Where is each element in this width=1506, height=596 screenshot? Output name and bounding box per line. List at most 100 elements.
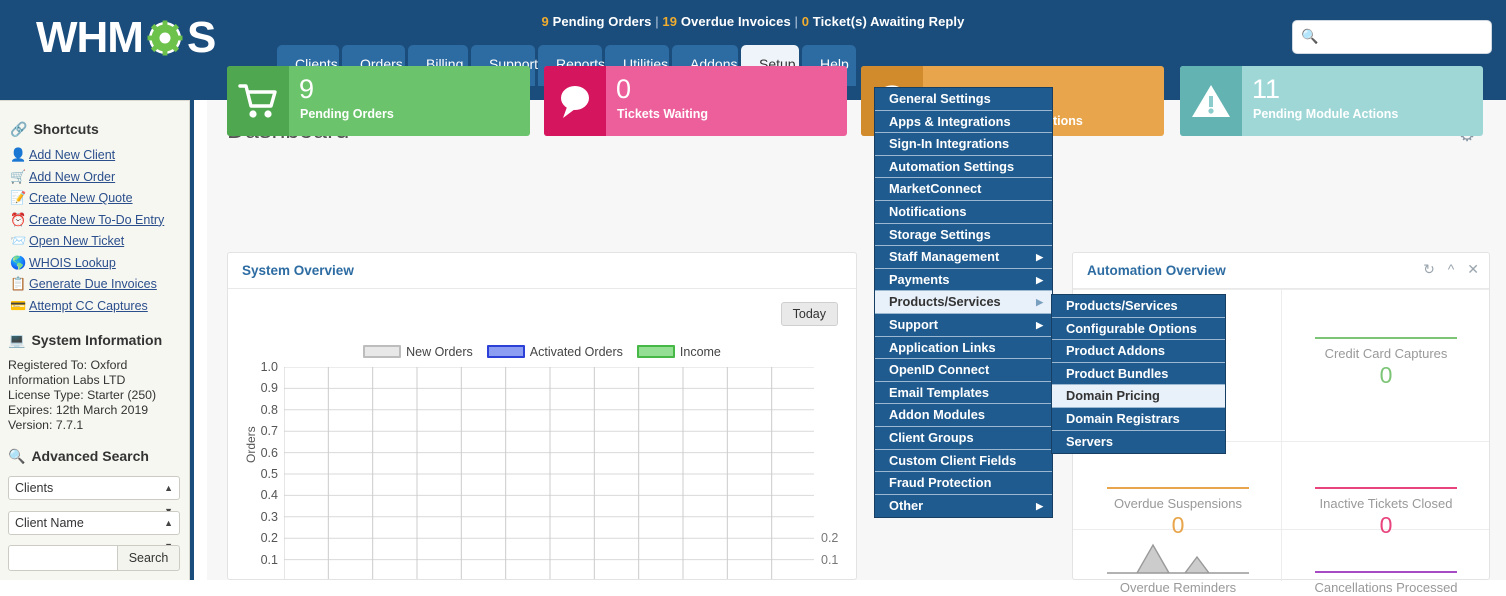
menu-item-label: Storage Settings xyxy=(889,226,991,242)
metric-label: Inactive Tickets Closed xyxy=(1319,496,1453,511)
menu-item-label: Support xyxy=(889,316,939,332)
close-icon[interactable]: ✕ xyxy=(1467,261,1479,277)
chart-y2-tick-label: 0.1 xyxy=(821,552,839,567)
metrics-divider-vertical xyxy=(1281,289,1282,581)
stat-card-value: 11 xyxy=(1252,74,1281,104)
shortcut-create-new-to-do-entry[interactable]: ⏰ Create New To-Do Entry xyxy=(10,212,164,228)
shortcut-whois-lookup[interactable]: 🌎 WHOIS Lookup xyxy=(10,255,116,271)
menu-item-configurable-options[interactable]: Configurable Options xyxy=(1052,318,1225,341)
chevron-right-icon: ▶ xyxy=(1036,297,1043,308)
menu-item-addon-modules[interactable]: Addon Modules xyxy=(875,404,1052,427)
legend-swatch xyxy=(636,345,675,358)
menu-item-label: Notifications xyxy=(889,203,967,219)
menu-item-storage-settings[interactable]: Storage Settings xyxy=(875,224,1052,247)
legend-swatch xyxy=(486,345,525,358)
system-information-heading: 💻 System Information xyxy=(8,332,162,349)
shortcut-add-new-client[interactable]: 👤 Add New Client xyxy=(10,147,115,163)
setup-dropdown-menu: General Settings Apps & Integrations Sign-… xyxy=(874,87,1053,519)
menu-item-label: Client Groups xyxy=(889,429,974,445)
refresh-icon[interactable]: ↻ xyxy=(1423,261,1435,277)
shortcut-label: Open New Ticket xyxy=(29,234,125,248)
collapse-icon[interactable]: ^ xyxy=(1448,261,1455,277)
chart-y2-tick-label: 0.2 xyxy=(821,531,839,546)
menu-item-staff-management[interactable]: Staff Management ▶ xyxy=(875,246,1052,269)
shortcut-add-new-order[interactable]: 🛒 Add New Order xyxy=(10,169,115,185)
advanced-search-input[interactable] xyxy=(8,545,118,571)
search-field-select[interactable]: Client Name ▲▼ xyxy=(8,511,180,551)
shortcut-label: Add New Order xyxy=(29,169,116,184)
metric-label: Cancellations Processed xyxy=(1314,580,1458,595)
chart-y-tick-label: 0.5 xyxy=(260,467,278,481)
ticket-icon: 📨 xyxy=(10,233,27,248)
shortcut-attempt-cc-captures[interactable]: 💳 Attempt CC Captures xyxy=(10,298,148,314)
creditcard-icon: 💳 xyxy=(10,297,27,313)
menu-item-fraud-protection[interactable]: Fraud Protection xyxy=(875,472,1052,495)
menu-item-sign-in-integrations[interactable]: Sign-In Integrations xyxy=(875,133,1052,156)
today-button[interactable]: Today xyxy=(780,302,838,326)
search-type-value: Clients xyxy=(15,481,54,495)
menu-item-product-bundles[interactable]: Product Bundles xyxy=(1052,363,1225,386)
menu-item-products-services[interactable]: Products/Services xyxy=(1052,295,1225,318)
menu-item-email-templates[interactable]: Email Templates xyxy=(875,382,1052,405)
menu-item-apps-integrations[interactable]: Apps & Integrations xyxy=(875,111,1052,134)
metric-sparkline xyxy=(1301,451,1471,493)
metric-sparkline-line xyxy=(1107,487,1249,489)
menu-item-automation-settings[interactable]: Automation Settings xyxy=(875,156,1052,179)
menu-item-product-addons[interactable]: Product Addons xyxy=(1052,340,1225,363)
stat-card-pending-module-actions[interactable]: 11 Pending Module Actions xyxy=(1180,66,1483,136)
shortcut-label: Create New To-Do Entry xyxy=(29,212,165,227)
global-search-input[interactable] xyxy=(1321,25,1485,49)
advanced-search-button[interactable]: Search xyxy=(118,545,180,571)
menu-item-payments[interactable]: Payments ▶ xyxy=(875,269,1052,292)
chart-y-tick-label: 0.7 xyxy=(260,424,278,439)
legend-label: Activated Orders xyxy=(529,345,623,359)
shortcut-label: Attempt CC Captures xyxy=(29,298,148,313)
shortcut-generate-due-invoices[interactable]: 📋 Generate Due Invoices xyxy=(10,276,157,292)
chart-y-tick-label: 0.4 xyxy=(260,488,278,503)
products-services-submenu: Products/Services Configurable Options Pro… xyxy=(1051,294,1226,455)
pending-orders-count: 9 xyxy=(541,14,549,29)
shortcut-label: Add New Client xyxy=(29,148,116,162)
menu-item-servers[interactable]: Servers xyxy=(1052,431,1225,454)
sidebar-right-edge xyxy=(190,86,194,580)
menu-item-label: Servers xyxy=(1066,433,1113,449)
header-notifications: 9 Pending Orders | 19 Overdue Invoices |… xyxy=(0,14,1506,29)
menu-item-domain-pricing[interactable]: Domain Pricing xyxy=(1052,385,1225,408)
menu-item-marketconnect[interactable]: MarketConnect xyxy=(875,178,1052,201)
menu-item-openid-connect[interactable]: OpenID Connect xyxy=(875,359,1052,382)
metric-label: Overdue Reminders xyxy=(1119,580,1237,595)
menu-item-label: Addon Modules xyxy=(889,407,985,423)
advanced-search-heading: 🔍 Advanced Search xyxy=(8,448,149,465)
chevron-right-icon: ▶ xyxy=(1036,500,1043,511)
pending-orders-label: Pending Orders xyxy=(552,14,652,29)
menu-item-domain-registrars[interactable]: Domain Registrars xyxy=(1052,408,1225,431)
chart-y-tick-label: 0.1 xyxy=(260,552,278,567)
invoice-icon: 📋 xyxy=(10,276,27,291)
menu-item-label: Payments xyxy=(889,271,950,287)
menu-item-support[interactable]: Support ▶ xyxy=(875,314,1052,337)
menu-item-other[interactable]: Other ▶ xyxy=(875,495,1052,518)
menu-item-client-groups[interactable]: Client Groups xyxy=(875,427,1052,450)
menu-item-products-services[interactable]: Products/Services ▶ xyxy=(875,291,1052,314)
stat-card-tickets-waiting[interactable]: 0 Tickets Waiting xyxy=(544,66,847,136)
legend-entry: New Orders xyxy=(363,345,473,359)
menu-item-custom-client-fields[interactable]: Custom Client Fields xyxy=(875,450,1052,473)
monitor-icon: 💻 xyxy=(8,332,26,348)
stat-card-pending-orders[interactable]: 9 Pending Orders xyxy=(227,66,530,136)
metric-overdue-reminders: Overdue Reminders xyxy=(1093,535,1263,596)
shortcut-open-new-ticket[interactable]: 📨 Open New Ticket xyxy=(10,233,124,249)
shortcut-create-new-quote[interactable]: 📝 Create New Quote xyxy=(10,190,133,206)
system-overview-panel: System Overview Today New Orders Activate… xyxy=(227,252,857,580)
stat-card-label: Tickets Waiting xyxy=(617,107,708,121)
menu-item-application-links[interactable]: Application Links xyxy=(875,337,1052,360)
menu-item-general-settings[interactable]: General Settings xyxy=(875,88,1052,111)
metric-sparkline xyxy=(1093,451,1263,493)
chevron-right-icon: ▶ xyxy=(1036,252,1043,263)
menu-item-label: Email Templates xyxy=(889,384,990,400)
menu-item-notifications[interactable]: Notifications xyxy=(875,201,1052,224)
search-type-select[interactable]: Clients ▲▼ xyxy=(8,476,180,516)
metric-label: Credit Card Captures xyxy=(1324,346,1448,361)
global-search-box[interactable]: 🔍 xyxy=(1292,20,1492,54)
chart-legend: New Orders Activated Orders Income xyxy=(228,345,856,359)
menu-item-label: Application Links xyxy=(889,339,996,355)
